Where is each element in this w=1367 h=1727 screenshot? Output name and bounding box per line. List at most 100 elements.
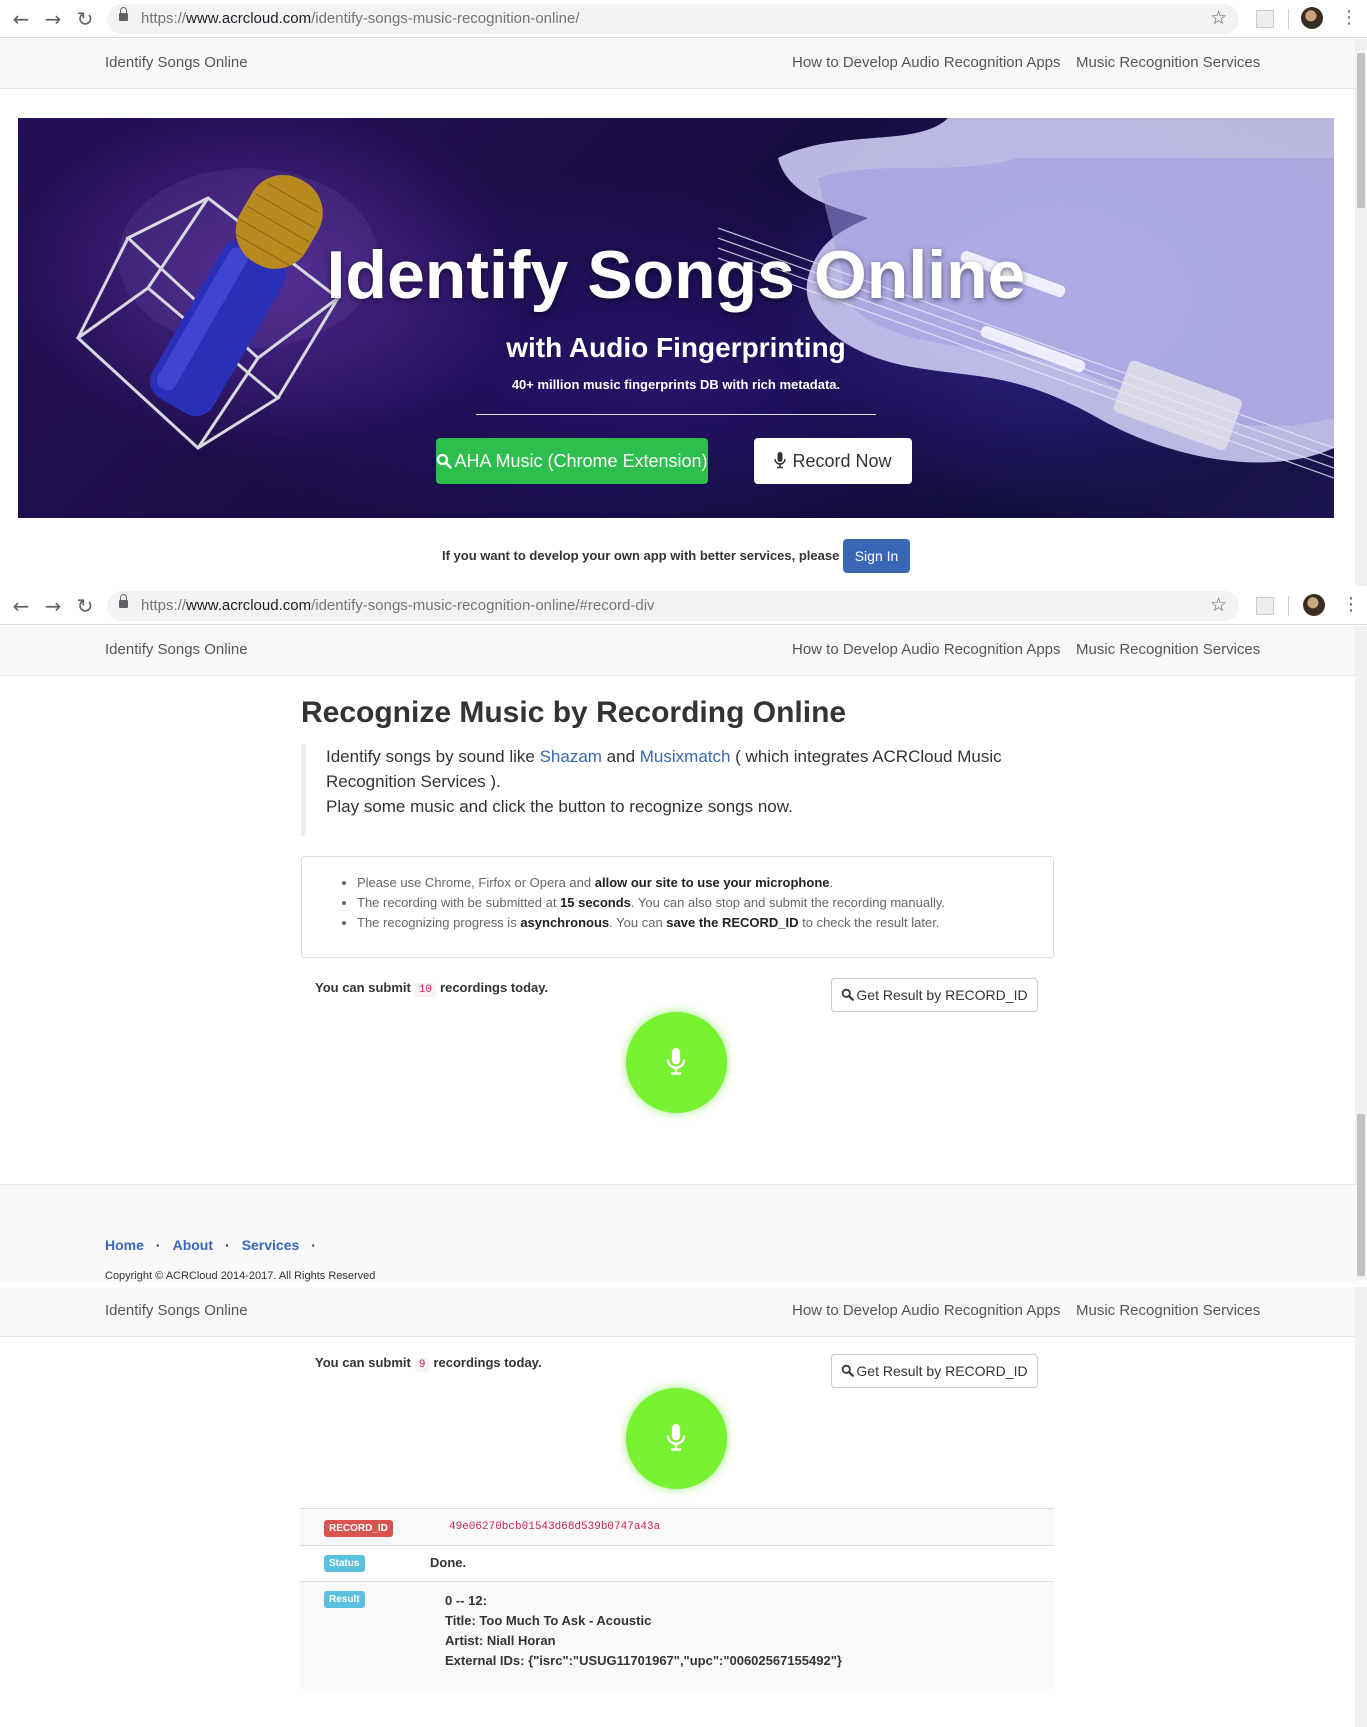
reload-icon[interactable]: ↻ <box>74 8 96 30</box>
get-result-button[interactable]: Get Result by RECORD_ID <box>831 978 1038 1012</box>
nav-link-recognition-services[interactable]: Music Recognition Services <box>1076 641 1260 658</box>
musixmatch-link[interactable]: Musixmatch <box>640 747 731 766</box>
quote-line-2: Play some music and click the button to … <box>326 797 793 816</box>
profile-avatar[interactable] <box>1303 594 1325 616</box>
page-scrollbar-3[interactable] <box>1355 1287 1367 1727</box>
result-external-ids: External IDs: {"isrc":"USUG11701967","up… <box>445 1653 842 1668</box>
nav-link-develop-apps[interactable]: How to Develop Audio Recognition Apps <box>792 54 1061 71</box>
table-row: RECORD_ID 49e06270bcb01543d68d539b0747a4… <box>300 1508 1054 1545</box>
microphone-icon <box>774 452 787 469</box>
forward-icon[interactable]: → <box>42 595 64 617</box>
hero-title: Identify Songs Online <box>326 237 1026 313</box>
table-row: Result 0 -- 12: Title: Too Much To Ask -… <box>300 1581 1054 1689</box>
submit-count-badge: 9 <box>414 1358 430 1372</box>
lock-icon <box>119 594 128 608</box>
shazam-link[interactable]: Shazam <box>540 747 602 766</box>
url-text-2: https://www.acrcloud.com/identify-songs-… <box>141 597 655 614</box>
record-mic-button-2[interactable] <box>626 1388 727 1489</box>
hero-subtitle: with Audio Fingerprinting <box>506 332 846 363</box>
submit-count-text-2: You can submit 9 recordings today. <box>315 1355 542 1372</box>
result-range: 0 -- 12: <box>445 1593 487 1608</box>
hero-tagline: 40+ million music fingerprints DB with r… <box>511 377 841 392</box>
nav-link-develop-apps[interactable]: How to Develop Audio Recognition Apps <box>792 1302 1061 1319</box>
submit-count-text: You can submit 10 recordings today. <box>315 980 549 997</box>
footer-link-home[interactable]: Home <box>105 1237 144 1253</box>
navbar-brand[interactable]: Identify Songs Online <box>105 1302 248 1319</box>
footer-link-services[interactable]: Services <box>242 1237 300 1253</box>
footer-link-about[interactable]: About <box>173 1237 213 1253</box>
footer-separator: · <box>225 1237 230 1253</box>
result-artist: Artist: Niall Horan <box>445 1633 556 1648</box>
address-bar-2[interactable]: https://www.acrcloud.com/identify-songs-… <box>107 591 1239 621</box>
footer-links: Home · About · Services · <box>105 1237 328 1253</box>
instruction-item: The recording with be submitted at 15 se… <box>357 893 1053 913</box>
record-id-label: RECORD_ID <box>324 1520 393 1537</box>
record-now-label: Record Now <box>792 451 892 471</box>
extension-icon[interactable] <box>1256 10 1274 28</box>
microphone-icon <box>666 1424 686 1451</box>
get-result-button-2[interactable]: Get Result by RECORD_ID <box>831 1354 1038 1388</box>
forward-icon[interactable]: → <box>42 8 64 30</box>
footer-separator: · <box>311 1237 316 1253</box>
browser-toolbar-2: ← → ↻ https://www.acrcloud.com/identify-… <box>0 587 1367 625</box>
search-icon <box>437 453 453 469</box>
instructions-box: Please use Chrome, Firfox or Opera and a… <box>301 856 1054 958</box>
lock-icon <box>119 7 128 21</box>
hero-banner: Identify Songs Online with Audio Fingerp… <box>18 118 1334 518</box>
result-table: RECORD_ID 49e06270bcb01543d68d539b0747a4… <box>300 1508 1054 1689</box>
profile-avatar[interactable] <box>1301 7 1323 29</box>
quote-text: Identify songs by sound like <box>326 747 540 766</box>
back-icon[interactable]: ← <box>10 8 32 30</box>
instruction-item: Please use Chrome, Firfox or Opera and a… <box>357 873 1053 893</box>
star-icon[interactable]: ☆ <box>1210 7 1227 29</box>
site-navbar: Identify Songs Online How to Develop Aud… <box>0 39 1357 89</box>
toolbar-divider <box>1288 9 1289 29</box>
site-navbar-3: Identify Songs Online How to Develop Aud… <box>0 1287 1357 1337</box>
reload-icon[interactable]: ↻ <box>74 595 96 617</box>
nav-link-recognition-services[interactable]: Music Recognition Services <box>1076 1302 1260 1319</box>
signin-row: If you want to develop your own app with… <box>0 539 1357 573</box>
site-footer: Home · About · Services · Copyright © ACRClou… <box>0 1184 1357 1282</box>
signin-prompt: If you want to develop your own app with… <box>442 548 840 563</box>
recognize-heading: Recognize Music by Recording Online <box>301 696 847 729</box>
recognize-blockquote: Identify songs by sound like Shazam and … <box>301 744 1056 836</box>
result-title: Title: Too Much To Ask - Acoustic <box>445 1613 652 1628</box>
site-navbar-2: Identify Songs Online How to Develop Aud… <box>0 626 1357 676</box>
get-result-label: Get Result by RECORD_ID <box>856 987 1028 1003</box>
scrollbar-thumb[interactable] <box>1357 53 1365 208</box>
page-scrollbar[interactable] <box>1355 39 1367 586</box>
address-bar[interactable]: https://www.acrcloud.com/identify-songs-… <box>107 4 1239 34</box>
copyright-text: Copyright © ACRCloud 2014-2017. All Righ… <box>105 1270 376 1282</box>
scrollbar-thumb[interactable] <box>1357 1114 1365 1276</box>
table-row: Status Done. <box>300 1545 1054 1581</box>
footer-separator: · <box>155 1237 161 1253</box>
star-icon[interactable]: ☆ <box>1210 594 1227 616</box>
status-label: Status <box>324 1555 365 1572</box>
status-value: Done. <box>430 1555 467 1570</box>
instruction-item: The recognizing progress is asynchronous… <box>357 913 1053 933</box>
record-mic-button[interactable] <box>626 1012 727 1113</box>
submit-count-badge: 10 <box>414 983 437 997</box>
result-value: 0 -- 12: Title: Too Much To Ask - Acoust… <box>445 1591 842 1671</box>
quote-text: and <box>601 747 640 766</box>
menu-icon[interactable]: ⋮ <box>1340 7 1358 29</box>
nav-link-recognition-services[interactable]: Music Recognition Services <box>1076 54 1260 71</box>
navbar-brand[interactable]: Identify Songs Online <box>105 641 248 658</box>
toolbar-divider <box>1288 596 1289 616</box>
search-icon <box>842 1364 855 1377</box>
extension-icon[interactable] <box>1256 597 1274 615</box>
menu-icon[interactable]: ⋮ <box>1342 594 1360 616</box>
nav-link-develop-apps[interactable]: How to Develop Audio Recognition Apps <box>792 641 1061 658</box>
hero-divider <box>476 414 876 415</box>
page-scrollbar-2[interactable] <box>1355 626 1367 1280</box>
back-icon[interactable]: ← <box>10 595 32 617</box>
navbar-brand[interactable]: Identify Songs Online <box>105 54 248 71</box>
chrome-extension-button[interactable]: AHA Music (Chrome Extension) <box>436 438 708 484</box>
record-now-button[interactable]: Record Now <box>754 438 912 484</box>
record-id-value: 49e06270bcb01543d68d539b0747a43a <box>449 1521 661 1533</box>
get-result-label: Get Result by RECORD_ID <box>856 1363 1028 1379</box>
browser-toolbar: ← → ↻ https://www.acrcloud.com/identify-… <box>0 0 1367 38</box>
result-label: Result <box>324 1591 365 1608</box>
sign-in-button[interactable]: Sign In <box>843 539 910 573</box>
chrome-extension-label: AHA Music (Chrome Extension) <box>454 451 708 471</box>
